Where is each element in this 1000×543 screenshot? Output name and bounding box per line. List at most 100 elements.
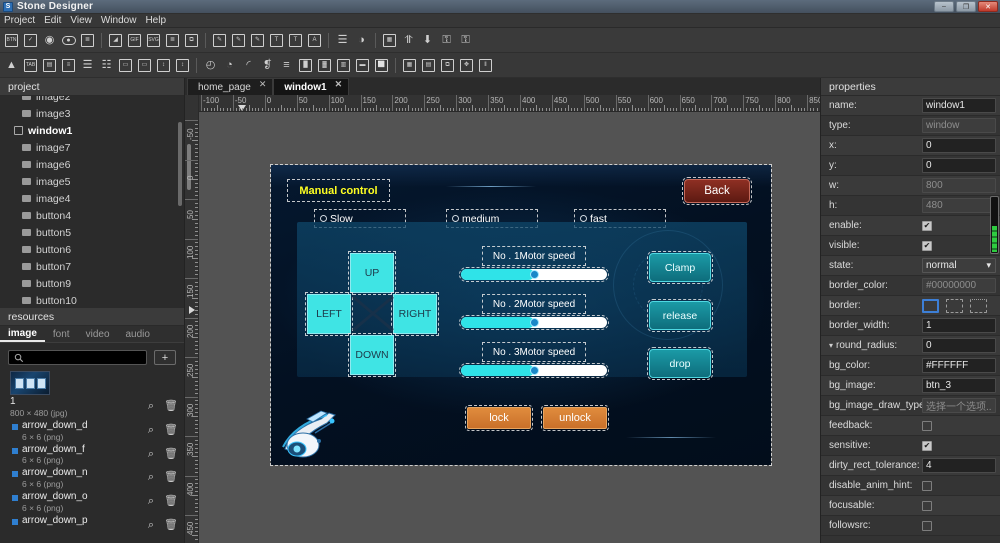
menu-item-project[interactable]: Project bbox=[4, 15, 35, 26]
add-resource-button[interactable]: + bbox=[154, 350, 176, 365]
dialog-tool[interactable]: ▭ bbox=[136, 57, 153, 74]
property-checkbox[interactable]: ✔ bbox=[922, 500, 932, 511]
dpad-up-button[interactable]: UP bbox=[348, 251, 396, 295]
resource-tab-image[interactable]: image bbox=[0, 326, 45, 342]
maximize-button[interactable]: ❐ bbox=[956, 1, 976, 12]
scroll-vertical-tool[interactable]: ↕ bbox=[155, 57, 172, 74]
download-tool[interactable]: ⬇ bbox=[419, 32, 436, 49]
back-button[interactable]: Back bbox=[682, 177, 752, 205]
motor3-slider-knob[interactable] bbox=[529, 366, 539, 375]
document-tab-window1[interactable]: window1 ✕ bbox=[273, 78, 350, 95]
close-button[interactable]: ✕ bbox=[978, 1, 998, 12]
magnify-icon[interactable]: ⌕ bbox=[148, 520, 154, 531]
image-list-tool[interactable]: ⧉ bbox=[183, 32, 200, 49]
clamp-button[interactable]: Clamp bbox=[647, 251, 713, 284]
tree-item-button4[interactable]: button4 bbox=[0, 207, 184, 224]
checkbox-tool[interactable]: ✓ bbox=[22, 32, 39, 49]
trash-icon[interactable]: 🗑 bbox=[164, 520, 178, 531]
properties-scrollbar[interactable] bbox=[990, 196, 999, 254]
thermometer-tool[interactable]: ❡ bbox=[259, 57, 276, 74]
property-input[interactable]: 选择一个选项.. bbox=[922, 398, 996, 413]
resource-tab-font[interactable]: font bbox=[45, 326, 78, 342]
text-area-tool[interactable]: A bbox=[306, 32, 323, 49]
columns-tool[interactable]: ‖ bbox=[477, 57, 494, 74]
resource-list[interactable]: 1 800 × 480 (jpg) ⌕ 🗑 arrow_down_d 6 × 6 (png… bbox=[0, 369, 184, 543]
menu-item-help[interactable]: Help bbox=[145, 15, 166, 26]
magnify-icon[interactable]: ⌕ bbox=[148, 448, 154, 460]
slider-tool[interactable]: ☰ bbox=[334, 32, 351, 49]
unlock-button[interactable]: unlock bbox=[541, 405, 609, 431]
property-input[interactable]: 4 bbox=[922, 458, 996, 473]
tab-close-icon[interactable]: ✕ bbox=[335, 79, 343, 90]
magnify-icon[interactable]: ⌕ bbox=[148, 424, 154, 436]
project-tree[interactable]: image2 image3 window1 image7 image6 image5 ima… bbox=[0, 96, 184, 308]
table-tool[interactable]: TAB bbox=[22, 57, 39, 74]
minimize-button[interactable]: – bbox=[934, 1, 954, 12]
image-tool[interactable]: ◢ bbox=[107, 32, 124, 49]
tree-item-image7[interactable]: image7 bbox=[0, 139, 184, 156]
gauge-tool[interactable]: ◜ bbox=[240, 57, 257, 74]
widget-button-tool[interactable]: BTN bbox=[3, 32, 20, 49]
lock-tool[interactable]: ⚿ bbox=[438, 32, 455, 49]
resource-item[interactable]: arrow_down_d 6 × 6 (png) ⌕ 🗑 bbox=[4, 419, 180, 443]
bullet-list-tool[interactable]: ☰ bbox=[79, 57, 96, 74]
property-checkbox[interactable]: ✔ bbox=[922, 520, 932, 531]
image-animation-tool[interactable]: ≣ bbox=[164, 32, 181, 49]
grid-layout-tool[interactable]: ▦ bbox=[401, 57, 418, 74]
digital-clock-tool[interactable]: ◔ bbox=[221, 57, 238, 74]
motor2-slider-knob[interactable] bbox=[529, 318, 539, 327]
split-pane-tool[interactable]: ▥ bbox=[335, 57, 352, 74]
resource-item[interactable]: arrow_down_o 6 × 6 (png) ⌕ 🗑 bbox=[4, 490, 180, 514]
trash-icon[interactable]: 🗑 bbox=[164, 496, 178, 507]
border-option-0[interactable] bbox=[922, 298, 939, 313]
resource-tab-audio[interactable]: audio bbox=[118, 326, 158, 342]
menu-item-window[interactable]: Window bbox=[101, 15, 137, 26]
dpad-right-button[interactable]: RIGHT bbox=[391, 292, 439, 336]
tree-item-button5[interactable]: button5 bbox=[0, 224, 184, 241]
trash-icon[interactable]: 🗑 bbox=[164, 448, 178, 460]
progress-circle-tool[interactable]: ◑ bbox=[353, 32, 370, 49]
magnify-icon[interactable]: ⌕ bbox=[148, 472, 154, 483]
combobox-tool[interactable]: ≣ bbox=[79, 32, 96, 49]
tree-item-image4[interactable]: image4 bbox=[0, 190, 184, 207]
property-checkbox[interactable]: ✔ bbox=[922, 240, 932, 251]
magnify-icon[interactable]: ⌕ bbox=[148, 496, 154, 507]
group-tool[interactable]: ⧉ bbox=[439, 57, 456, 74]
tree-item-image5[interactable]: image5 bbox=[0, 173, 184, 190]
magnify-icon[interactable]: ⌕ bbox=[148, 401, 154, 412]
property-input[interactable]: window bbox=[922, 118, 996, 133]
tree-item-button10[interactable]: button10 bbox=[0, 292, 184, 308]
resource-item[interactable]: arrow_down_p ⌕ 🗑 bbox=[4, 514, 180, 532]
dpad-down-button[interactable]: DOWN bbox=[348, 333, 396, 377]
motor1-speed-slider[interactable] bbox=[459, 267, 609, 282]
trash-icon[interactable]: 🗑 bbox=[164, 401, 178, 412]
window-tool[interactable]: ▭ bbox=[117, 57, 134, 74]
motor1-slider-knob[interactable] bbox=[529, 270, 539, 279]
property-input[interactable]: 0 bbox=[922, 158, 996, 173]
document-tab-home_page[interactable]: home_page ✕ bbox=[187, 78, 274, 95]
property-input[interactable]: 1 bbox=[922, 318, 996, 333]
vertical-ruler[interactable]: -50050100150200250300350400450500550 bbox=[185, 112, 199, 543]
page-tool[interactable]: ⬜ bbox=[373, 57, 390, 74]
resource-tab-video[interactable]: video bbox=[78, 326, 118, 342]
gif-image-tool[interactable]: GIF bbox=[126, 32, 143, 49]
resource-item[interactable]: arrow_down_f 6 × 6 (png) ⌕ 🗑 bbox=[4, 443, 180, 467]
property-input[interactable]: btn_3 bbox=[922, 378, 996, 393]
scroll-thin-tool[interactable]: ↕ bbox=[174, 57, 191, 74]
property-input[interactable]: window1 bbox=[922, 98, 996, 113]
border-option-1[interactable] bbox=[946, 298, 963, 313]
property-input[interactable]: 800 bbox=[922, 178, 996, 193]
tree-item-image2[interactable]: image2 bbox=[0, 96, 184, 105]
property-checkbox[interactable]: ✔ bbox=[922, 420, 932, 431]
trash-icon[interactable]: 🗑 bbox=[164, 472, 178, 483]
bar-chart-tool[interactable]: █ bbox=[297, 57, 314, 74]
move-tool[interactable]: ✥ bbox=[458, 57, 475, 74]
unlock-tool[interactable]: ⚿ bbox=[457, 32, 474, 49]
resource-item[interactable]: arrow_down_n 6 × 6 (png) ⌕ 🗑 bbox=[4, 466, 180, 490]
numbered-list-tool[interactable]: ☷ bbox=[98, 57, 115, 74]
resource-thumbnail[interactable] bbox=[10, 371, 50, 395]
form-tool[interactable]: ▤ bbox=[420, 57, 437, 74]
property-checkbox[interactable]: ✔ bbox=[922, 440, 932, 451]
property-checkbox[interactable]: ✔ bbox=[922, 480, 932, 491]
edit-multi-tool[interactable]: ✎ bbox=[230, 32, 247, 49]
